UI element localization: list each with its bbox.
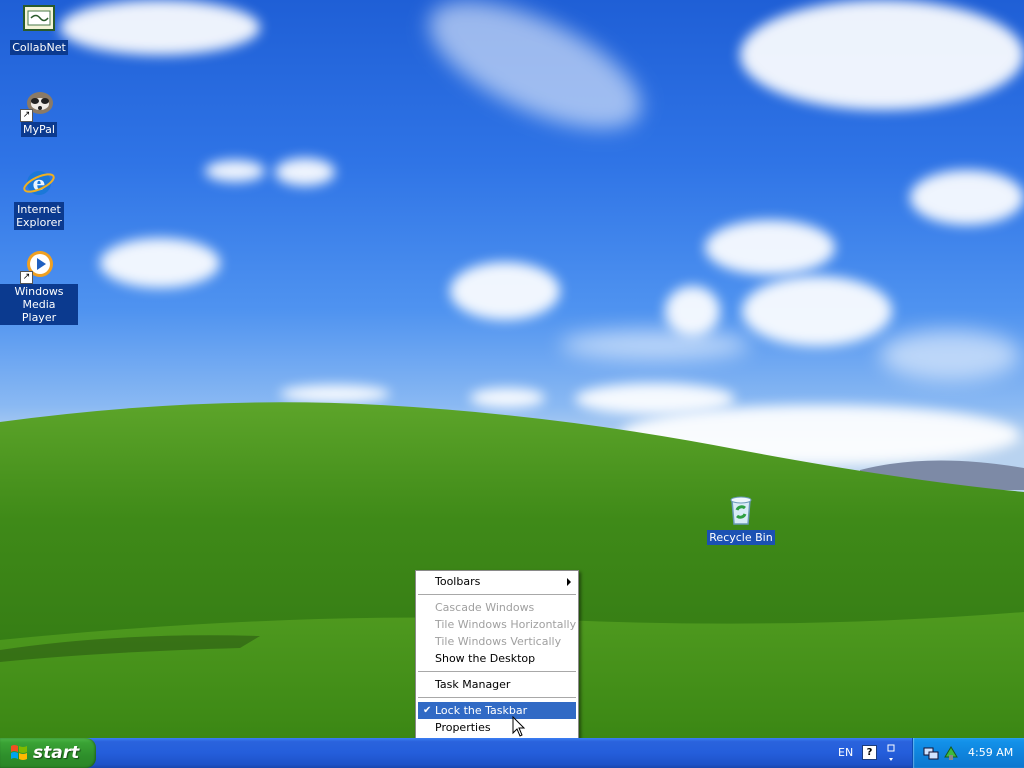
mouse-cursor-icon — [512, 716, 526, 737]
menu-item-label: Cascade Windows — [435, 601, 535, 614]
network-connection-icon[interactable] — [923, 745, 939, 761]
clock[interactable]: 4:59 AM — [968, 746, 1013, 759]
desktop-icon-label: MyPal — [21, 122, 57, 137]
taskbar-context-menu: Toolbars Cascade Windows Tile Windows Ho… — [415, 570, 579, 739]
desktop-icon-mypal[interactable]: ↗ MyPal — [0, 86, 78, 137]
desktop-icon-label: Recycle Bin — [707, 530, 775, 545]
help-icon[interactable]: ? — [862, 745, 877, 760]
recycle-bin-icon — [724, 494, 758, 528]
menu-item-tile-horizontally[interactable]: Tile Windows Horizontally — [416, 616, 578, 633]
submenu-arrow-icon — [567, 578, 571, 586]
shortcut-arrow-icon: ↗ — [20, 271, 33, 284]
mypal-icon: ↗ — [20, 86, 56, 122]
menu-item-properties[interactable]: Properties — [416, 719, 578, 736]
collabnet-icon — [22, 4, 56, 38]
desktop-icon-windows-media-player[interactable]: ↗ Windows Media Player — [0, 248, 78, 325]
menu-item-label: Toolbars — [435, 575, 481, 588]
desktop-icon-recycle-bin[interactable]: Recycle Bin — [702, 494, 780, 545]
menu-item-label: Tile Windows Horizontally — [435, 618, 577, 631]
menu-item-show-desktop[interactable]: Show the Desktop — [416, 650, 578, 667]
menu-item-label: Task Manager — [435, 678, 511, 691]
windows-logo-icon — [11, 745, 27, 760]
start-label: start — [33, 743, 80, 763]
desktop-icon-internet-explorer[interactable]: e Internet Explorer — [0, 166, 78, 230]
menu-item-label: Tile Windows Vertically — [435, 635, 562, 648]
internet-explorer-icon: e — [22, 166, 56, 200]
desktop-icon-collabnet[interactable]: CollabNet — [0, 4, 78, 55]
taskbar[interactable]: start EN ? 4:59 AM — [0, 738, 1024, 768]
menu-item-label: Show the Desktop — [435, 652, 536, 665]
menu-item-label: Properties — [435, 721, 491, 734]
menu-separator — [418, 594, 576, 595]
desktop-icon-label: CollabNet — [10, 40, 68, 55]
language-bar-options-icon[interactable] — [886, 742, 896, 764]
windows-media-player-icon: ↗ — [20, 248, 56, 284]
menu-separator — [418, 671, 576, 672]
safely-remove-hardware-icon[interactable] — [943, 745, 959, 761]
menu-separator — [418, 697, 576, 698]
language-indicator[interactable]: EN — [838, 746, 853, 759]
start-button[interactable]: start — [0, 738, 96, 768]
menu-item-task-manager[interactable]: Task Manager — [416, 676, 578, 693]
system-tray: 4:59 AM — [912, 738, 1024, 768]
menu-item-lock-taskbar[interactable]: ✔ Lock the Taskbar — [418, 702, 576, 719]
checkmark-icon: ✔ — [423, 705, 432, 716]
desktop-icon-label: Windows Media Player — [0, 284, 78, 325]
menu-item-tile-vertically[interactable]: Tile Windows Vertically — [416, 633, 578, 650]
shortcut-arrow-icon: ↗ — [20, 109, 33, 122]
desktop-icon-label: Internet Explorer — [14, 202, 64, 230]
menu-item-toolbars[interactable]: Toolbars — [416, 573, 578, 590]
menu-item-cascade-windows[interactable]: Cascade Windows — [416, 599, 578, 616]
